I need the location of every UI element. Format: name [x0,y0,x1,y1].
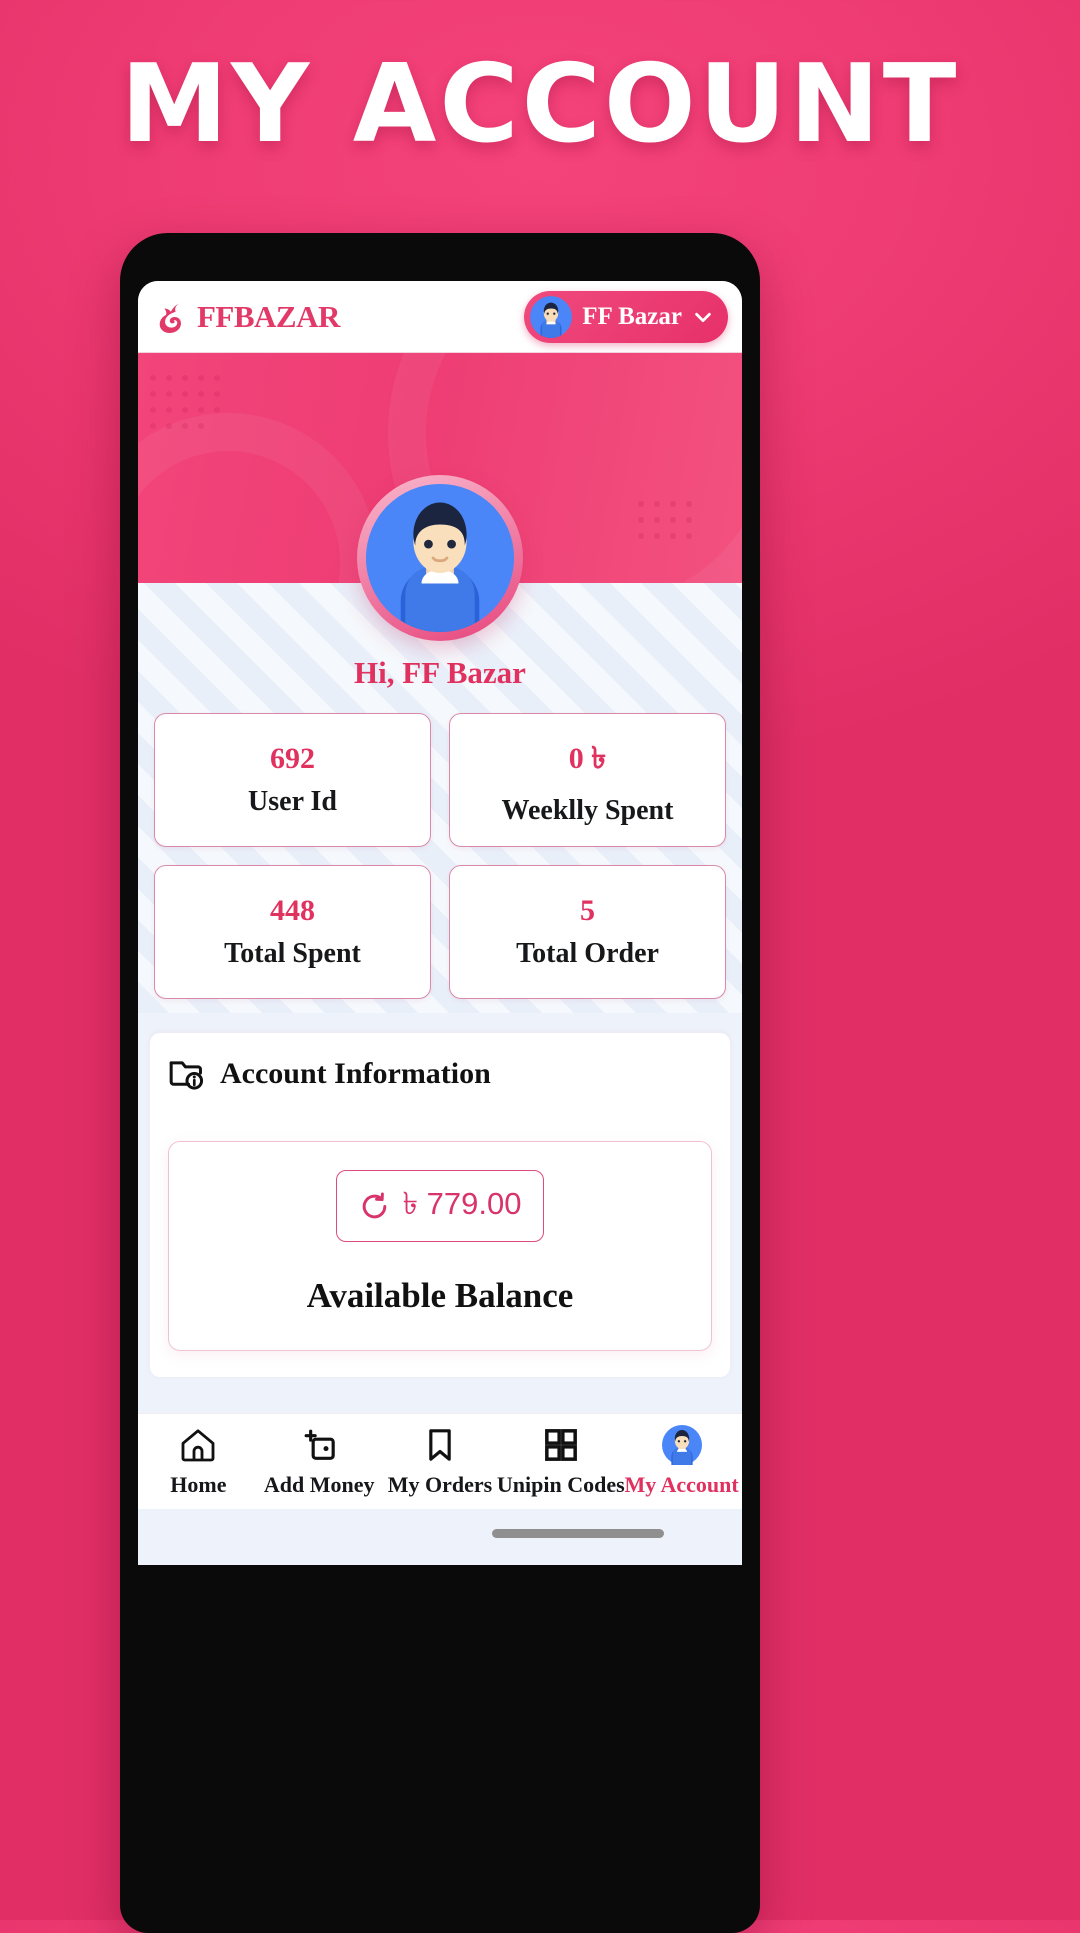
account-information-title: Account Information [220,1057,491,1090]
user-avatar-large-icon [366,484,514,632]
nav-item-my-account[interactable]: My Account [624,1425,739,1498]
app-logo[interactable]: FFBAZAR [156,299,340,335]
balance-pill[interactable]: ৳ 779.00 [335,1170,545,1242]
stat-card-user-id[interactable]: 692 User Id [154,713,431,847]
account-information-header: Account Information [168,1055,712,1093]
phone-screen: FFBAZAR FF Bazar Hi, FF Bazar 692 User I… [138,281,742,1565]
available-balance-card[interactable]: ৳ 779.00 Available Balance [168,1141,712,1351]
stat-value: 692 [270,742,315,775]
refresh-icon[interactable] [359,1191,390,1222]
bottom-navigation: Home Add Money My Orders Unipin Codes My… [138,1413,742,1509]
app-logo-text: FFBAZAR [197,298,340,334]
user-avatar-icon [661,1425,702,1465]
stat-value: 5 [580,894,595,927]
user-avatar-icon [530,295,573,338]
grid-icon [544,1429,577,1461]
nav-label: Home [170,1472,227,1497]
stat-label: Total Spent [224,938,361,969]
avatar[interactable] [357,475,523,641]
phone-mockup: FFBAZAR FF Bazar Hi, FF Bazar 692 User I… [120,233,760,1933]
balance-label: Available Balance [306,1276,574,1315]
stat-label: User Id [248,786,337,817]
stat-label: Total Order [516,938,659,969]
wallet-plus-icon [304,1429,335,1460]
hero-decor-arc-2 [138,413,378,583]
profile-stats-area: Hi, FF Bazar 692 User Id 0 ৳ Weeklly Spe… [138,475,742,1013]
bookmark-icon [429,1429,451,1461]
home-indicator [492,1529,664,1538]
nav-item-add-money[interactable]: Add Money [262,1425,376,1498]
stat-value: 448 [270,894,315,927]
profile-chip[interactable]: FF Bazar [524,290,728,343]
stat-card-total-spent[interactable]: 448 Total Spent [154,865,431,999]
account-information-panel: Account Information ৳ 779.00 Available B… [150,1033,730,1377]
home-icon [181,1429,215,1462]
nav-label: Add Money [263,1472,375,1497]
nav-item-home[interactable]: Home [141,1425,255,1498]
stats-grid: 692 User Id 0 ৳ Weeklly Spent 448 Total … [138,691,742,999]
stat-label: Weeklly Spent [501,794,674,826]
nav-label: Unipin Codes [496,1472,625,1497]
nav-item-my-orders[interactable]: My Orders [383,1425,497,1498]
profile-chip-name: FF Bazar [582,302,682,330]
stat-value: 0 ৳ [568,741,607,775]
nav-label: My Orders [387,1472,493,1497]
stat-card-weekly-spent[interactable]: 0 ৳ Weeklly Spent [449,713,726,847]
folder-info-icon [169,1061,204,1090]
app-header: FFBAZAR FF Bazar [138,281,742,353]
balance-amount: ৳ 779.00 [402,1186,522,1221]
freefire-logo-icon [159,302,181,333]
chevron-down-icon[interactable] [692,306,714,328]
stat-card-total-order[interactable]: 5 Total Order [449,865,726,999]
nav-label: My Account [624,1472,739,1497]
promo-title: MY ACCOUNT [120,42,960,167]
nav-item-unipin-codes[interactable]: Unipin Codes [497,1425,625,1498]
